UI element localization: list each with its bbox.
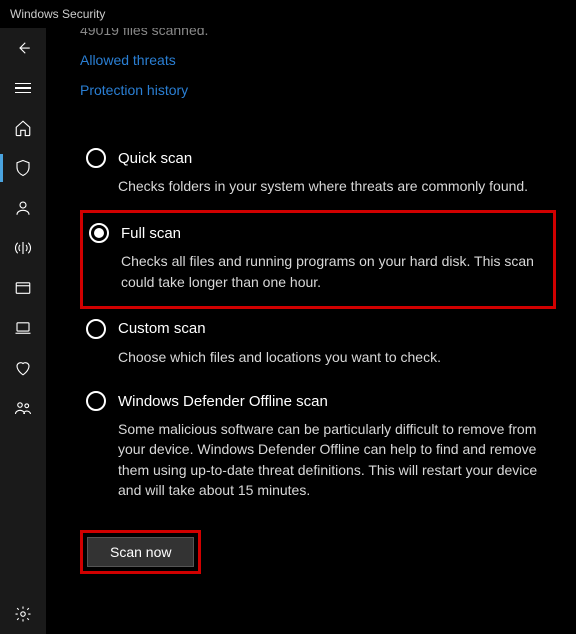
window-title: Windows Security [10, 7, 105, 21]
home-icon [14, 119, 32, 137]
option-title: Full scan [121, 225, 181, 242]
sidebar-item-account[interactable] [0, 188, 46, 228]
option-full-scan[interactable]: Full scan Checks all files and running p… [80, 210, 556, 309]
window-titlebar: Windows Security [0, 0, 576, 28]
sidebar-item-family[interactable] [0, 388, 46, 428]
sidebar-item-firewall[interactable] [0, 228, 46, 268]
sidebar-item-health[interactable] [0, 348, 46, 388]
option-offline-scan[interactable]: Windows Defender Offline scan Some malic… [80, 381, 556, 514]
scan-status-text: 49019 files scanned. [80, 28, 556, 38]
arrow-left-icon [14, 39, 32, 57]
people-icon [14, 399, 32, 417]
laptop-icon [14, 319, 32, 337]
option-desc: Checks all files and running programs on… [121, 251, 543, 292]
sidebar-item-virus[interactable] [0, 148, 46, 188]
scan-options: Quick scan Checks folders in your system… [80, 138, 556, 514]
option-desc: Some malicious software can be particula… [118, 419, 546, 500]
hamburger-icon [15, 83, 31, 94]
window-icon [14, 279, 32, 297]
scan-button-highlight: Scan now [80, 530, 201, 574]
sidebar-item-device[interactable] [0, 308, 46, 348]
option-desc: Checks folders in your system where thre… [118, 176, 546, 196]
heart-icon [14, 359, 32, 377]
option-title: Quick scan [118, 150, 192, 167]
person-icon [14, 199, 32, 217]
option-title: Windows Defender Offline scan [118, 393, 328, 410]
sidebar-item-appbrowser[interactable] [0, 268, 46, 308]
radio-icon [86, 391, 106, 411]
gear-icon [14, 605, 32, 623]
main-content: 49019 files scanned. Allowed threats Pro… [46, 28, 576, 634]
wifi-icon [14, 239, 32, 257]
sidebar [0, 28, 46, 634]
radio-icon [86, 148, 106, 168]
back-button[interactable] [0, 28, 46, 68]
option-quick-scan[interactable]: Quick scan Checks folders in your system… [80, 138, 556, 210]
radio-icon [86, 319, 106, 339]
radio-icon [89, 223, 109, 243]
sidebar-item-settings[interactable] [0, 594, 46, 634]
protection-history-link[interactable]: Protection history [80, 82, 556, 98]
option-custom-scan[interactable]: Custom scan Choose which files and locat… [80, 309, 556, 381]
app-frame: 49019 files scanned. Allowed threats Pro… [0, 28, 576, 634]
menu-button[interactable] [0, 68, 46, 108]
allowed-threats-link[interactable]: Allowed threats [80, 52, 556, 68]
option-title: Custom scan [118, 320, 206, 337]
scan-now-button[interactable]: Scan now [87, 537, 194, 567]
option-desc: Choose which files and locations you wan… [118, 347, 546, 367]
shield-icon [14, 159, 32, 177]
sidebar-item-home[interactable] [0, 108, 46, 148]
